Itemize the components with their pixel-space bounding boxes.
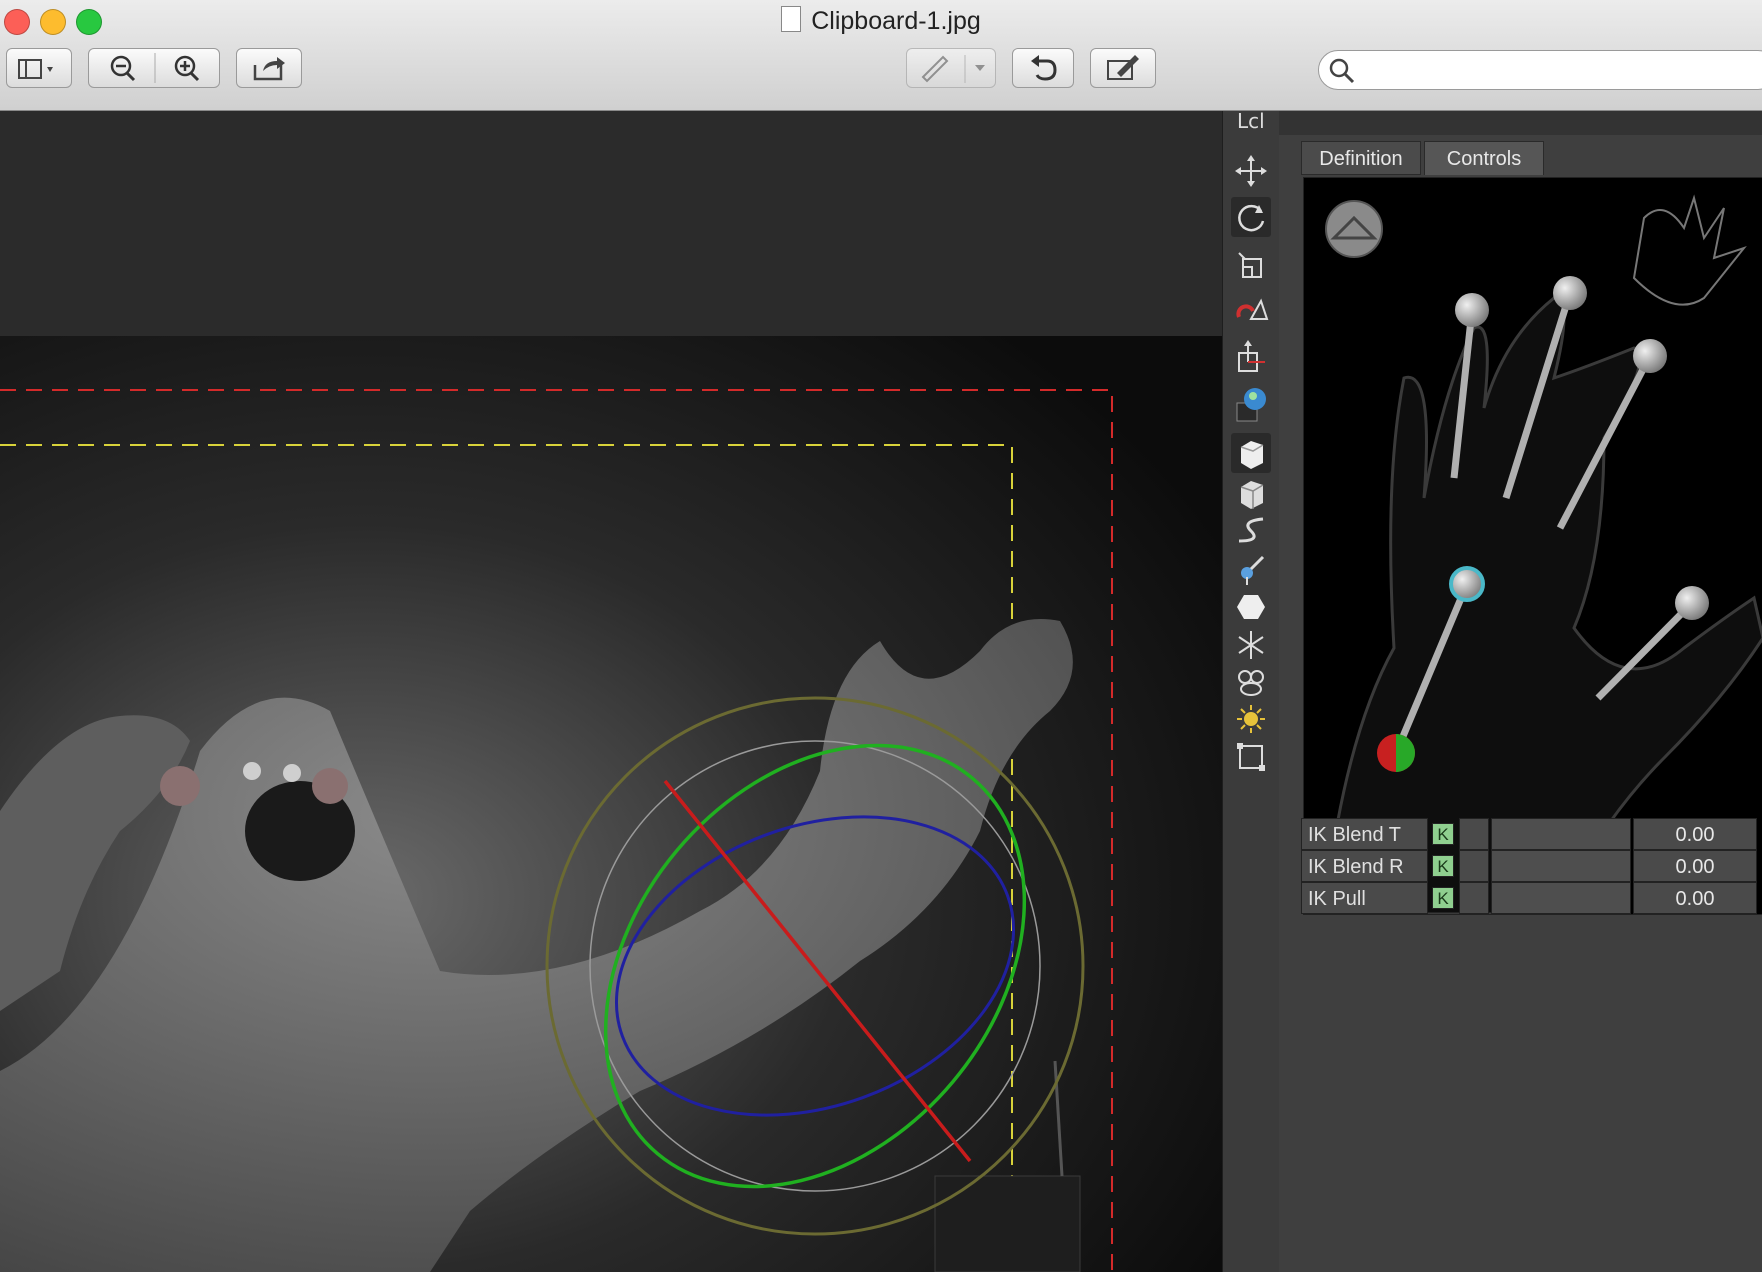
tool-strip: Lcl [1222,109,1279,1272]
document-icon [781,6,802,32]
annotate-icon [1107,55,1139,80]
move-icon[interactable] [1231,151,1271,191]
character-icon[interactable] [1231,661,1271,701]
property-label: IK Blend T [1301,818,1428,850]
hexagon-icon[interactable] [1231,587,1271,627]
collapse-up-button[interactable] [1325,200,1383,258]
keyframe-button[interactable]: K [1432,855,1454,877]
sphere-select-icon[interactable] [1231,385,1271,425]
window-titlebar: Clipboard-1.jpg [0,0,1762,111]
bear-eye-right [283,764,301,782]
hand-control-view[interactable] [1303,177,1762,915]
star-null-icon[interactable] [1231,625,1271,665]
markup-button[interactable] [906,48,996,88]
rotate-icon[interactable] [1231,197,1271,237]
search-field[interactable] [1318,50,1762,90]
share-button[interactable] [236,48,302,88]
3d-viewport[interactable] [0,111,1222,1272]
floor-prop [934,1175,1081,1272]
hand-diagram [1322,194,1762,914]
scale-icon[interactable] [1231,245,1271,285]
share-icon [253,57,285,81]
bone-icon[interactable] [1231,549,1271,589]
viewport-top-band [0,111,1222,336]
property-slider[interactable] [1491,882,1631,914]
bear-eye-left [243,762,261,780]
viewport-scene [0,111,1222,1272]
hand-icon [1632,194,1747,306]
property-row-ik-blend-t: IK Blend T K 0.00 [1301,818,1762,850]
character-controls-panel: Definition Controls IK Blend T K 0.00 IK… [1279,111,1762,1272]
keyframe-button[interactable]: K [1432,823,1454,845]
property-label: IK Pull [1301,882,1428,914]
window-title: Clipboard-1.jpg [0,6,1762,36]
frame-icon[interactable] [1231,737,1271,777]
property-value[interactable]: 0.00 [1633,818,1757,850]
window-title-text: Clipboard-1.jpg [811,7,981,35]
local-mode-label[interactable]: Lcl [1237,109,1265,133]
curve-icon[interactable] [1231,511,1271,551]
light-icon[interactable] [1231,699,1271,739]
zoom-in-icon[interactable] [174,55,200,82]
panel-toolbar-strip [1279,111,1762,135]
search-icon [1329,58,1355,84]
sidebar-toggle-button[interactable] [6,48,72,88]
property-value[interactable]: 0.00 [1633,850,1757,882]
property-value[interactable]: 0.00 [1633,882,1757,914]
rotate-button[interactable] [1012,48,1074,88]
pivot-icon[interactable] [1231,337,1271,377]
pen-dropdown-icon [921,55,985,83]
zoom-button-group [88,48,220,88]
cube-icon[interactable] [1231,473,1271,513]
property-row-ik-blend-r: IK Blend R K 0.00 [1301,850,1762,882]
keyframe-button[interactable]: K [1432,887,1454,909]
zoom-out-icon[interactable] [110,55,136,82]
annotate-button[interactable] [1090,48,1156,88]
magnet-snap-icon[interactable] [1231,291,1271,331]
bear-ear-right [312,768,348,804]
property-slot[interactable] [1459,850,1489,882]
property-slot[interactable] [1459,882,1489,914]
tab-controls[interactable]: Controls [1424,141,1544,175]
property-slider[interactable] [1491,850,1631,882]
property-slider[interactable] [1491,818,1631,850]
tab-definition[interactable]: Definition [1301,141,1421,175]
property-row-ik-pull: IK Pull K 0.00 [1301,882,1762,914]
property-label: IK Blend R [1301,850,1428,882]
rotate-left-icon [1031,55,1057,81]
sidebar-icon [18,59,53,79]
cube-solid-icon[interactable] [1231,433,1271,473]
bear-ear-left [160,766,200,806]
property-slot[interactable] [1459,818,1489,850]
